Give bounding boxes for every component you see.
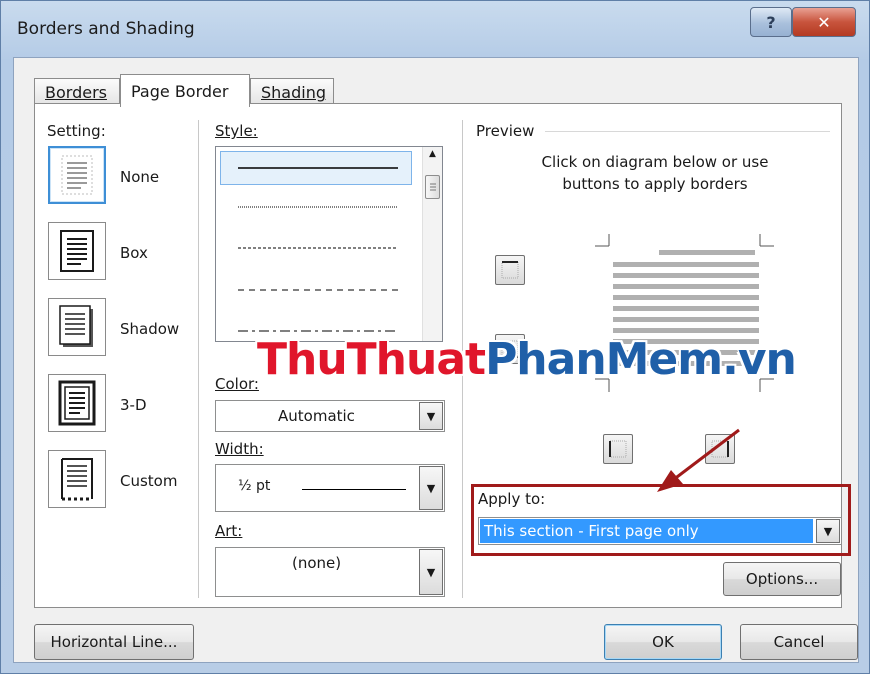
art-label: Art: — [215, 522, 243, 540]
style-label: Style: — [215, 122, 258, 140]
page-shadow-icon — [59, 305, 93, 347]
left-border-button[interactable] — [603, 434, 633, 464]
chevron-down-icon[interactable]: ▼ — [419, 549, 443, 595]
preview-group-line — [545, 131, 830, 132]
color-value: Automatic — [278, 407, 355, 425]
top-border-button[interactable] — [495, 255, 525, 285]
close-icon: ✕ — [817, 12, 831, 32]
cancel-button-label: Cancel — [773, 633, 825, 651]
ok-button[interactable]: OK — [604, 624, 722, 660]
width-dropdown[interactable]: ½ pt ▼ — [215, 464, 445, 512]
help-icon: ? — [766, 12, 776, 32]
art-dropdown[interactable]: (none) ▼ — [215, 547, 445, 597]
border-bottom-icon — [501, 340, 519, 358]
border-top-icon — [501, 261, 519, 279]
options-button-label: Options... — [745, 570, 819, 588]
grip-icon — [430, 183, 436, 191]
chevron-down-icon[interactable]: ▼ — [419, 402, 443, 430]
column-divider — [198, 120, 199, 598]
scroll-up-arrow-icon[interactable]: ▲ — [425, 149, 440, 165]
column-divider — [462, 120, 463, 598]
page-border-panel: Setting: None Box Shadow 3-D Custom Styl… — [34, 103, 851, 608]
page-none-icon — [61, 155, 93, 195]
cancel-button[interactable]: Cancel — [740, 624, 858, 660]
style-listbox[interactable]: ▲ — [215, 146, 443, 342]
close-button[interactable]: ✕ — [792, 7, 856, 37]
borders-and-shading-dialog: Borders and Shading ? ✕ Borders Page Bor… — [0, 0, 870, 674]
apply-to-dropdown[interactable]: This section - First page only ▼ — [478, 517, 842, 545]
preview-diagram[interactable] — [575, 224, 775, 394]
border-left-icon — [609, 440, 627, 458]
options-button[interactable]: Options... — [723, 562, 841, 596]
ok-button-label: OK — [652, 633, 674, 651]
tab-label: Borders — [45, 83, 107, 102]
help-button[interactable]: ? — [750, 7, 792, 37]
tab-borders[interactable]: Borders — [34, 78, 120, 106]
setting-3d-label: 3-D — [120, 396, 147, 414]
window-title: Borders and Shading — [17, 19, 195, 39]
tab-shading[interactable]: Shading — [250, 78, 334, 106]
apply-to-label: Apply to: — [478, 490, 546, 508]
apply-to-value: This section - First page only — [484, 522, 699, 540]
setting-box-button[interactable] — [48, 222, 106, 280]
bottom-border-button[interactable] — [495, 334, 525, 364]
dialog-client: Borders Page Border Shading Setting: Non… — [13, 57, 859, 663]
title-bar[interactable]: Borders and Shading ? ✕ — [1, 1, 869, 57]
setting-shadow-button[interactable] — [48, 298, 106, 356]
chevron-down-icon[interactable]: ▼ — [419, 466, 443, 510]
preview-label: Preview — [476, 122, 535, 140]
tab-page-border[interactable]: Page Border — [120, 74, 250, 107]
art-value: (none) — [292, 554, 342, 572]
width-label: Width: — [215, 440, 264, 458]
scroll-thumb[interactable] — [425, 175, 440, 199]
setting-3d-button[interactable] — [48, 374, 106, 432]
color-label: Color: — [215, 375, 259, 393]
preview-instructions: Click on diagram below or use buttons to… — [475, 151, 835, 195]
horizontal-line-button[interactable]: Horizontal Line... — [34, 624, 194, 660]
setting-box-label: Box — [120, 244, 148, 262]
setting-shadow-label: Shadow — [120, 320, 180, 338]
page-custom-icon — [61, 458, 93, 501]
preview-instruction-line-2: buttons to apply borders — [562, 175, 748, 193]
setting-label: Setting: — [47, 122, 106, 140]
setting-none-label: None — [120, 168, 160, 186]
page-3d-icon — [58, 380, 96, 426]
style-scrollbar[interactable]: ▲ — [422, 147, 442, 341]
width-sample-line — [302, 489, 406, 490]
setting-none-button[interactable] — [48, 146, 106, 204]
width-value: ½ pt — [238, 478, 271, 494]
setting-custom-label: Custom — [120, 472, 178, 490]
setting-custom-button[interactable] — [48, 450, 106, 508]
tab-label: Shading — [261, 83, 326, 102]
horizontal-line-button-label: Horizontal Line... — [50, 633, 178, 651]
chevron-down-icon[interactable]: ▼ — [816, 519, 840, 543]
page-box-icon — [60, 230, 94, 272]
tab-label: Page Border — [131, 81, 229, 101]
style-samples — [238, 167, 398, 332]
preview-instruction-line-1: Click on diagram below or use — [541, 153, 769, 171]
color-dropdown[interactable]: Automatic ▼ — [215, 400, 445, 432]
